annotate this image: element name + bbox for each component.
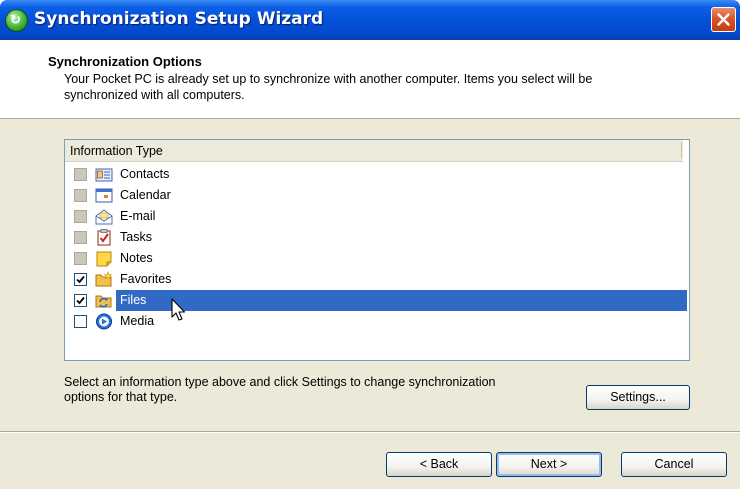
checkbox-tasks[interactable]	[74, 231, 87, 244]
next-button[interactable]: Next >	[496, 452, 602, 477]
column-header-label: Information Type	[70, 144, 163, 158]
information-type-list[interactable]: Information Type Contacts Calendar E-mai…	[64, 139, 690, 361]
wizard-body: Information Type Contacts Calendar E-mai…	[0, 119, 740, 489]
list-item-favorites[interactable]: Favorites	[65, 269, 687, 290]
instructions-text: Select an information type above and cli…	[64, 375, 496, 404]
page-description: Your Pocket PC is already set up to sync…	[64, 72, 593, 102]
list-item-label: Favorites	[120, 272, 172, 286]
list-item-label: Contacts	[120, 167, 170, 181]
checkbox-media[interactable]	[74, 315, 87, 328]
list-item-label: Notes	[120, 251, 153, 265]
list-item-files[interactable]: Files	[65, 290, 687, 311]
list-item-label: Media	[120, 314, 155, 328]
checkbox-contacts[interactable]	[74, 168, 87, 181]
list-item-label: Calendar	[120, 188, 171, 202]
list-item-notes[interactable]: Notes	[65, 248, 687, 269]
selection-highlight	[116, 290, 687, 311]
list-item-label: E-mail	[120, 209, 156, 223]
mouse-pointer-icon	[171, 298, 186, 321]
list-item-contacts[interactable]: Contacts	[65, 164, 687, 185]
column-separator[interactable]	[681, 142, 682, 158]
list-item-label: Files	[120, 293, 147, 307]
notes-icon	[96, 251, 112, 267]
list-item-email[interactable]: E-mail	[65, 206, 687, 227]
close-icon	[717, 13, 730, 26]
checkmark-icon	[76, 296, 85, 305]
checkbox-favorites[interactable]	[74, 273, 87, 286]
calendar-icon	[95, 188, 113, 203]
page-title: Synchronization Options	[48, 54, 202, 69]
media-icon	[96, 313, 112, 330]
tasks-icon	[97, 229, 111, 246]
settings-button[interactable]: Settings...	[586, 385, 690, 410]
list-item-tasks[interactable]: Tasks	[65, 227, 687, 248]
wizard-header: Synchronization Options Your Pocket PC i…	[0, 40, 740, 119]
checkbox-notes[interactable]	[74, 252, 87, 265]
list-item-calendar[interactable]: Calendar	[65, 185, 687, 206]
footer-divider	[0, 431, 740, 433]
title-bar[interactable]: ↻ Synchronization Setup Wizard	[0, 0, 740, 40]
sync-wizard-icon: ↻	[5, 9, 28, 32]
checkbox-email[interactable]	[74, 210, 87, 223]
window-title: Synchronization Setup Wizard	[34, 9, 324, 29]
favorites-icon	[95, 271, 113, 287]
back-button[interactable]: < Back	[386, 452, 492, 477]
cancel-button[interactable]: Cancel	[621, 452, 727, 477]
contacts-icon	[95, 168, 113, 182]
email-icon	[95, 209, 113, 225]
checkmark-icon	[76, 275, 85, 284]
list-item-label: Tasks	[120, 230, 152, 244]
checkbox-calendar[interactable]	[74, 189, 87, 202]
files-icon	[95, 295, 112, 308]
close-button[interactable]	[711, 7, 736, 32]
checkbox-files[interactable]	[74, 294, 87, 307]
column-header-information-type[interactable]: Information Type	[65, 140, 683, 162]
list-item-media[interactable]: Media	[65, 311, 687, 332]
